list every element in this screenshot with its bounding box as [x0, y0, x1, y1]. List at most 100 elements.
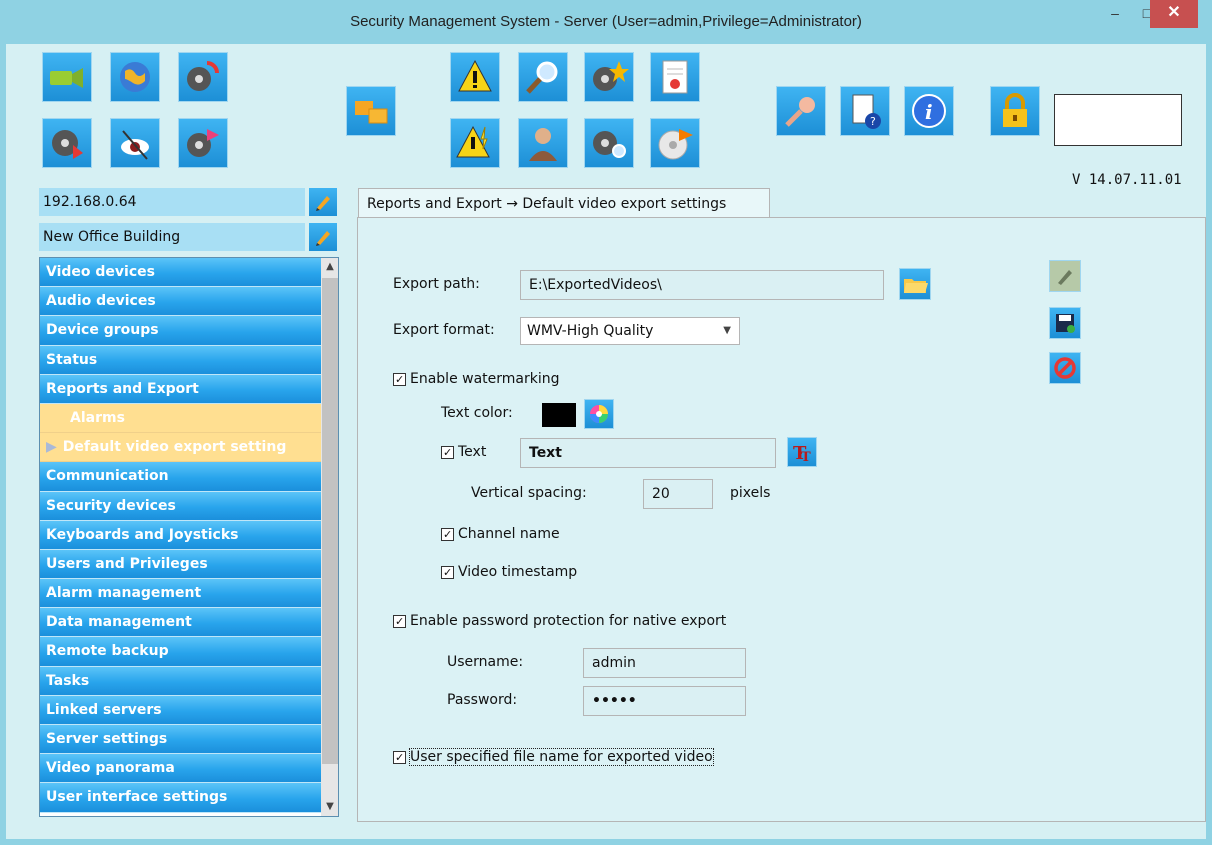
chevron-down-icon: ▼	[723, 325, 731, 336]
cancel-button[interactable]	[1049, 352, 1081, 384]
cancel-icon	[1054, 357, 1076, 379]
nav-item-data-management[interactable]: Data management	[40, 608, 321, 638]
film-refresh-icon	[187, 61, 219, 91]
scroll-down-icon[interactable]: ▼	[321, 798, 338, 816]
film-search-button[interactable]	[584, 118, 634, 168]
nav-item-user-interface-settings[interactable]: User interface settings	[40, 783, 321, 813]
minimize-button[interactable]: –	[1098, 0, 1132, 28]
film-star-button[interactable]	[584, 52, 634, 102]
checkbox-checked-icon	[441, 527, 454, 541]
nav-scrollbar[interactable]: ▲ ▼	[321, 258, 338, 816]
nav-item-users-privileges[interactable]: Users and Privileges	[40, 549, 321, 580]
globe-button[interactable]	[110, 52, 160, 102]
nav-subitem-label: Alarms	[70, 409, 125, 426]
edit-button[interactable]	[1049, 260, 1081, 292]
edit-address-button[interactable]	[309, 188, 337, 216]
video-timestamp-label: Video timestamp	[458, 564, 578, 580]
nav-item-audio-devices[interactable]: Audio devices	[40, 287, 321, 317]
nav-item-device-groups[interactable]: Device groups	[40, 316, 321, 346]
user-icon	[529, 128, 557, 161]
user-filename-checkbox[interactable]: User specified file name for exported vi…	[393, 748, 714, 766]
key-button[interactable]	[776, 86, 826, 136]
search-button[interactable]	[518, 52, 568, 102]
close-button[interactable]: ✕	[1150, 0, 1198, 28]
report-icon	[662, 60, 688, 94]
eye-button[interactable]	[110, 118, 160, 168]
font-icon: TT	[793, 443, 811, 463]
pencil-icon	[316, 196, 330, 211]
tab-default-video-export-settings[interactable]: Reports and Export → Default video expor…	[358, 188, 770, 218]
browse-folder-button[interactable]	[899, 268, 931, 300]
nav-item-security-devices[interactable]: Security devices	[40, 491, 321, 521]
film-play-button[interactable]	[42, 118, 92, 168]
nav-item-video-devices[interactable]: Video devices	[40, 258, 321, 288]
color-wheel-icon	[590, 405, 608, 423]
password-field[interactable]: •••••	[583, 686, 746, 716]
nav-item-linked-servers[interactable]: Linked servers	[40, 695, 321, 725]
video-timestamp-checkbox[interactable]: Video timestamp	[441, 564, 577, 580]
checkbox-checked-icon	[393, 372, 406, 386]
site-name: New Office Building	[39, 223, 305, 251]
warning-bolt-icon	[456, 125, 490, 158]
main-window: Security Management System - Server (Use…	[0, 0, 1212, 845]
search-icon	[526, 61, 558, 94]
enable-password-label: Enable password protection for native ex…	[410, 613, 727, 629]
warning-icon	[458, 59, 492, 92]
nav-item-status[interactable]: Status	[40, 345, 321, 375]
nav-item-server-settings[interactable]: Server settings	[40, 725, 321, 755]
nav-item-video-panorama[interactable]: Video panorama	[40, 754, 321, 784]
nav-item-remote-backup[interactable]: Remote backup	[40, 637, 321, 667]
nav-item-communication[interactable]: Communication	[40, 462, 321, 492]
nav-subitem-default-video-export[interactable]: ▶ Default video export setting	[40, 433, 321, 463]
windows-icon	[355, 101, 388, 124]
text-color-label: Text color:	[441, 405, 513, 421]
color-picker-button[interactable]	[584, 399, 614, 429]
scroll-up-icon[interactable]: ▲	[321, 258, 338, 276]
film-export-button[interactable]	[178, 118, 228, 168]
username-field[interactable]: admin	[583, 648, 746, 678]
nav-item-tasks[interactable]: Tasks	[40, 666, 321, 696]
enable-watermarking-checkbox[interactable]: Enable watermarking	[393, 371, 560, 387]
help-doc-button[interactable]: ?	[840, 86, 890, 136]
export-format-value: WMV-High Quality	[527, 323, 654, 339]
nav-subitem-alarms[interactable]: Alarms	[40, 403, 321, 434]
settings-nav: Video devices Audio devices Device group…	[39, 257, 339, 817]
watermark-text-field[interactable]: Text	[520, 438, 776, 468]
scroll-thumb[interactable]	[322, 278, 338, 764]
folder-icon	[904, 279, 928, 293]
password-label: Password:	[447, 692, 518, 708]
lock-icon	[1003, 93, 1027, 127]
checkbox-checked-icon	[441, 445, 454, 459]
camera-button[interactable]	[42, 52, 92, 102]
info-button[interactable]: i	[904, 86, 954, 136]
warning-bolt-button[interactable]	[450, 118, 500, 168]
edit-site-button[interactable]	[309, 223, 337, 251]
vertical-spacing-unit: pixels	[730, 485, 771, 501]
checkbox-checked-icon	[393, 750, 406, 764]
disc-export-button[interactable]	[650, 118, 700, 168]
film-play-icon	[52, 130, 83, 159]
windows-button[interactable]	[346, 86, 396, 136]
nav-item-keyboards-joysticks[interactable]: Keyboards and Joysticks	[40, 520, 321, 550]
export-path-field[interactable]: E:\ExportedVideos\	[520, 270, 884, 300]
enable-password-checkbox[interactable]: Enable password protection for native ex…	[393, 613, 726, 629]
text-checkbox[interactable]: Text	[441, 444, 486, 460]
export-path-label: Export path:	[393, 276, 480, 292]
lock-button[interactable]	[990, 86, 1040, 136]
font-button[interactable]: TT	[787, 437, 817, 467]
vertical-spacing-field[interactable]: 20	[643, 479, 713, 509]
server-address: 192.168.0.64	[39, 188, 305, 216]
pencil-icon	[1058, 270, 1072, 285]
nav-item-reports-export[interactable]: Reports and Export	[40, 374, 321, 404]
user-button[interactable]	[518, 118, 568, 168]
save-icon	[1056, 314, 1075, 333]
nav-item-alarm-management[interactable]: Alarm management	[40, 579, 321, 609]
export-format-select[interactable]: WMV-High Quality ▼	[520, 317, 740, 345]
save-button[interactable]	[1049, 307, 1081, 339]
warning-button[interactable]	[450, 52, 500, 102]
enable-watermarking-label: Enable watermarking	[410, 371, 560, 387]
disc-export-icon	[658, 129, 693, 160]
report-button[interactable]	[650, 52, 700, 102]
film-refresh-button[interactable]	[178, 52, 228, 102]
channel-name-checkbox[interactable]: Channel name	[441, 526, 560, 542]
